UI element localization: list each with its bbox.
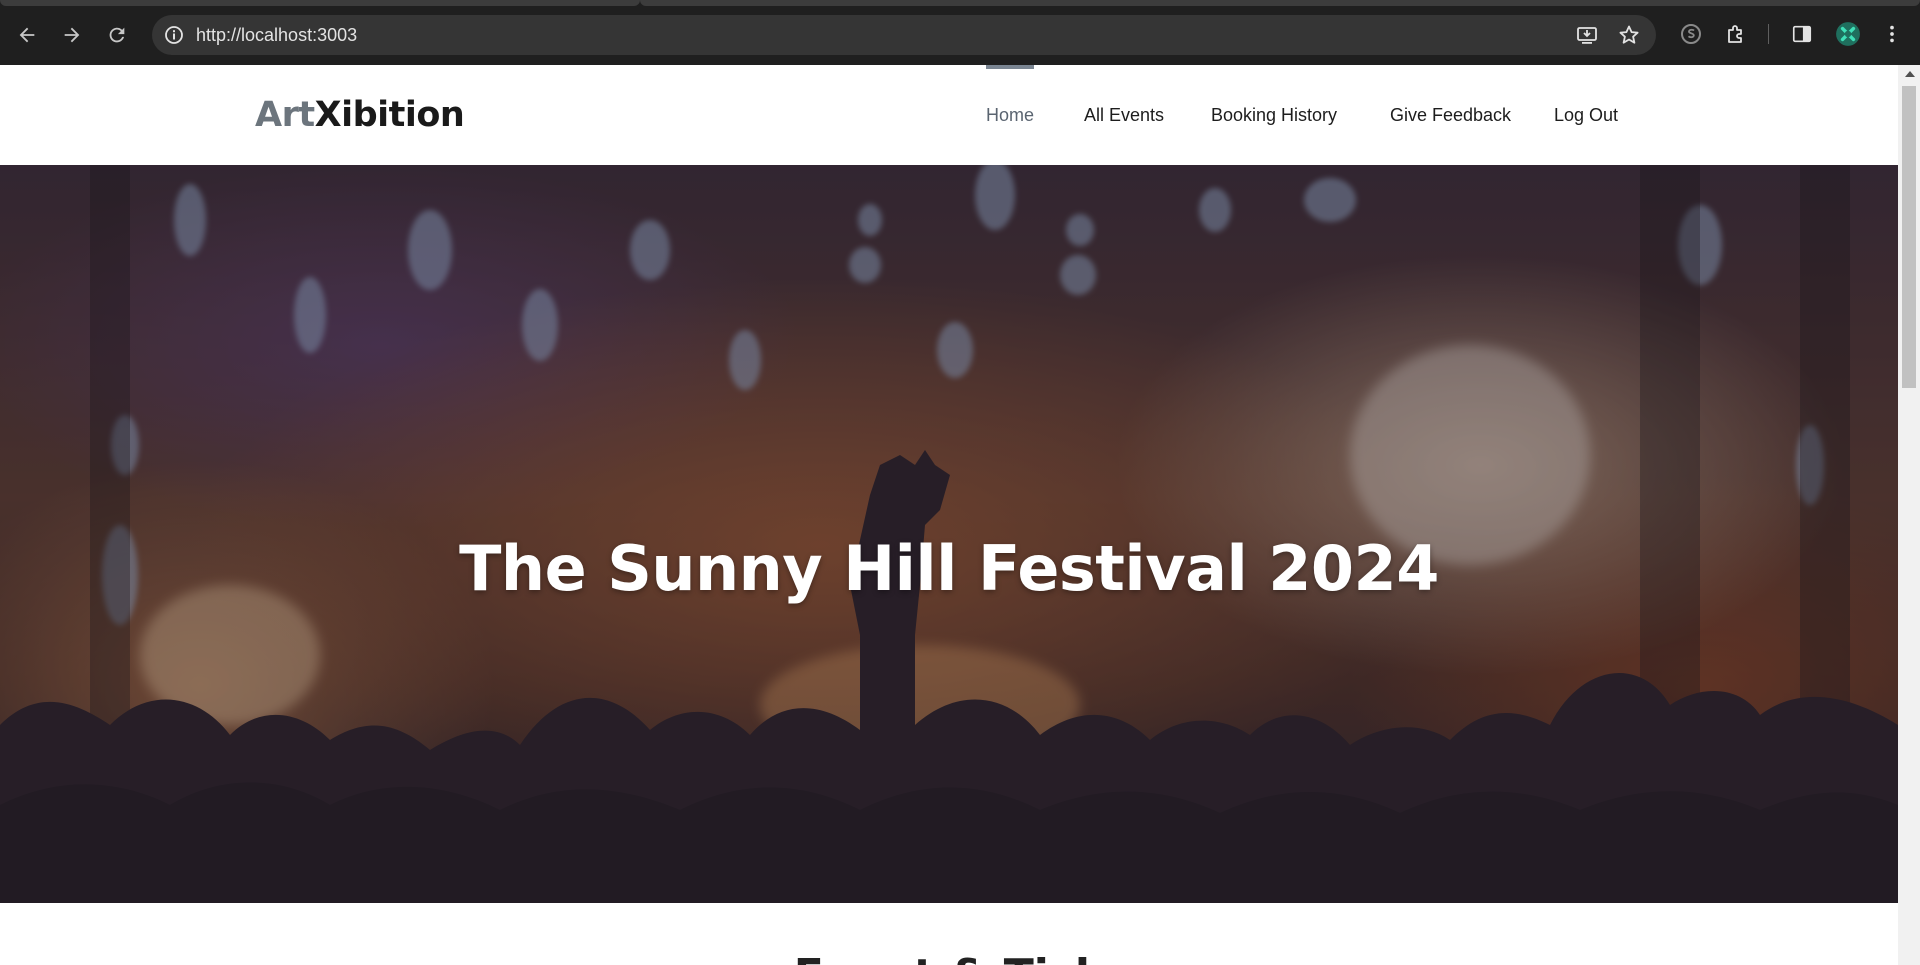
arrow-right-icon: [64, 27, 80, 43]
side-panel-icon[interactable]: [1788, 20, 1816, 48]
tab-strip-edge-active: [640, 0, 1920, 6]
kebab-menu-icon[interactable]: [1878, 20, 1906, 48]
browser-toolbar: http://localhost:3003: [0, 0, 1920, 65]
logo-part-xibition: Xibition: [314, 95, 465, 135]
scrollbar-thumb[interactable]: [1902, 86, 1916, 388]
nav-home[interactable]: Home: [986, 65, 1035, 165]
install-app-icon[interactable]: [1575, 23, 1599, 47]
info-icon[interactable]: [164, 25, 184, 45]
nav-log-out[interactable]: Log Out: [1554, 65, 1618, 165]
page-scrollbar[interactable]: [1898, 65, 1920, 965]
address-bar[interactable]: http://localhost:3003: [152, 15, 1656, 55]
hero-title: The Sunny Hill Festival 2024: [459, 532, 1439, 605]
section-heading-partial: Event & Tick: [0, 951, 1898, 965]
forward-button[interactable]: [55, 18, 89, 52]
toolbar-divider: [1768, 24, 1769, 44]
site-logo[interactable]: ArtXibition: [255, 95, 465, 135]
nav-booking-history[interactable]: Booking History: [1211, 65, 1337, 165]
logo-part-art: Art: [255, 95, 315, 135]
nav-all-events[interactable]: All Events: [1084, 65, 1164, 165]
reload-icon: [109, 27, 125, 43]
url-text[interactable]: http://localhost:3003: [196, 25, 357, 45]
site-header: ArtXibition Home All Events Booking Hist…: [0, 65, 1898, 165]
reload-button[interactable]: [100, 18, 134, 52]
nav-give-feedback[interactable]: Give Feedback: [1390, 65, 1511, 165]
tab-strip-edge: [0, 0, 640, 6]
scroll-up-arrow-icon[interactable]: [1905, 71, 1915, 77]
arrow-left-icon: [19, 27, 35, 43]
page-viewport: ArtXibition Home All Events Booking Hist…: [0, 65, 1898, 965]
back-button[interactable]: [10, 18, 44, 52]
extension-s-icon[interactable]: [1677, 20, 1705, 48]
puzzle-icon[interactable]: [1722, 20, 1750, 48]
star-icon[interactable]: [1617, 23, 1641, 47]
hero-banner: The Sunny Hill Festival 2024: [0, 165, 1898, 903]
profile-icon[interactable]: [1834, 20, 1862, 48]
